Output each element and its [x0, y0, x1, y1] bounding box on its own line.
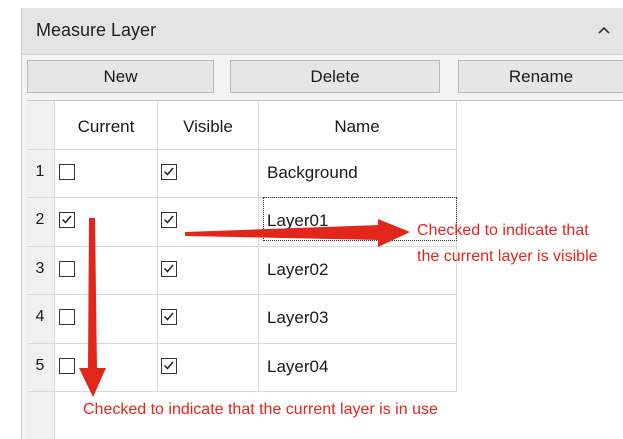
visible-checkbox[interactable]: [161, 358, 177, 374]
visible-checkbox[interactable]: [161, 164, 177, 180]
current-checkbox[interactable]: [59, 212, 75, 228]
layer-name-cell[interactable]: Background: [267, 163, 358, 183]
checkmark-icon: [163, 167, 174, 176]
new-button[interactable]: New: [27, 60, 214, 93]
panel-title: Measure Layer: [36, 20, 157, 40]
checkmark-icon: [163, 215, 174, 224]
row-number: 3: [35, 260, 45, 277]
current-annotation: Checked to indicate that the current lay…: [83, 401, 438, 418]
row-number: 5: [35, 357, 45, 374]
layer-name-cell[interactable]: Layer03: [267, 308, 328, 328]
column-header-name[interactable]: Name: [259, 117, 455, 137]
visible-checkbox[interactable]: [161, 261, 177, 277]
delete-button[interactable]: Delete: [230, 60, 440, 93]
layer-table: Current Visible Name 1 Background 2 Laye…: [27, 100, 623, 439]
checkmark-icon: [163, 361, 174, 370]
panel-header[interactable]: Measure Layer: [22, 8, 623, 55]
checkmark-icon: [163, 312, 174, 321]
column-header-visible[interactable]: Visible: [158, 117, 258, 137]
current-checkbox[interactable]: [59, 309, 75, 325]
visible-checkbox[interactable]: [161, 212, 177, 228]
grid-line: [27, 391, 457, 392]
current-checkbox[interactable]: [59, 164, 75, 180]
checkmark-icon: [163, 264, 174, 273]
checkmark-icon: [61, 215, 72, 224]
grid-line: [27, 246, 457, 247]
column-header-current[interactable]: Current: [55, 117, 157, 137]
row-number: 4: [35, 308, 45, 325]
layer-name-cell[interactable]: Layer04: [267, 357, 328, 377]
current-checkbox[interactable]: [59, 261, 75, 277]
row-number: 2: [35, 211, 45, 228]
chevron-up-icon[interactable]: [594, 20, 614, 40]
visible-annotation-line2: the current layer is visible: [417, 248, 598, 265]
grid-line: [27, 294, 457, 295]
visible-checkbox[interactable]: [161, 309, 177, 325]
current-checkbox[interactable]: [59, 358, 75, 374]
visible-annotation-line1: Checked to indicate that: [417, 222, 589, 239]
row-number: 1: [35, 163, 45, 180]
rename-button[interactable]: Rename: [458, 60, 623, 93]
layer-name-cell[interactable]: Layer02: [267, 260, 328, 280]
grid-line: [27, 149, 457, 150]
layer-name-cell[interactable]: Layer01: [267, 211, 328, 231]
grid-line: [27, 343, 457, 344]
